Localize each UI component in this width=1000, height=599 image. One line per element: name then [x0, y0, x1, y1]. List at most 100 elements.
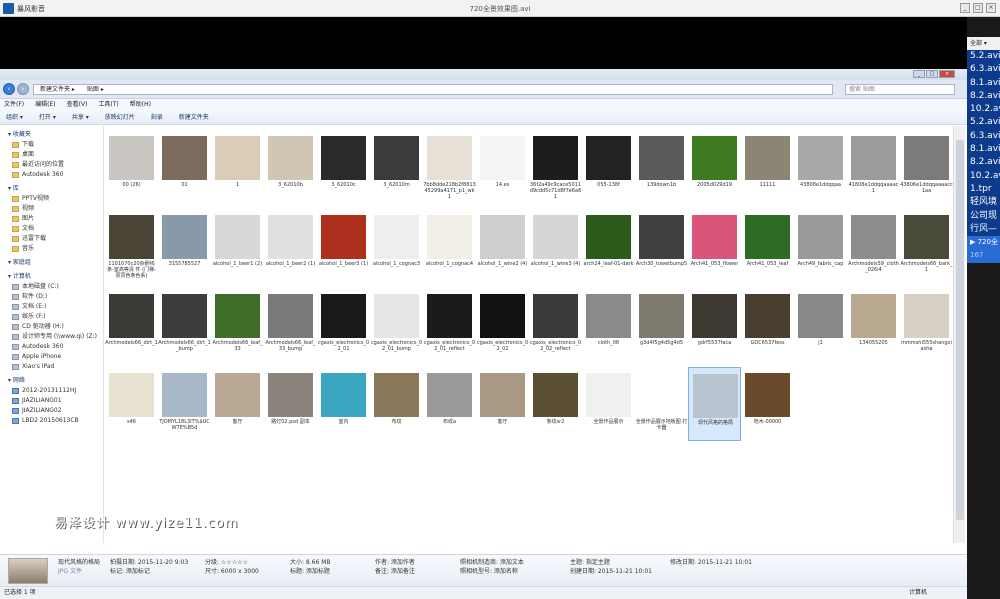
file-tile[interactable]: alcohol_1_wine2 (4): [476, 209, 529, 283]
file-tile[interactable]: Archmodels66_leaf_33: [211, 288, 264, 362]
file-tile[interactable]: 41808e1ddqqaaaac1: [847, 130, 900, 204]
close-icon[interactable]: ×: [986, 3, 996, 13]
detail-title[interactable]: 标题: 添加标题: [290, 567, 331, 576]
file-tile[interactable]: 路灯02.psd 副本: [264, 367, 317, 441]
sidebar-item[interactable]: 本地磁盘 (C:): [0, 282, 103, 292]
playlist-item[interactable]: 轻风境: [967, 196, 1000, 209]
file-tile[interactable]: cgaxis_electronics_02_01_bump: [370, 288, 423, 362]
sidebar-item[interactable]: 娱乐 (F:): [0, 312, 103, 322]
file-tile[interactable]: Arch41_053_flower: [688, 209, 741, 283]
toolbar-button[interactable]: 刻录: [151, 110, 163, 124]
menu-item[interactable]: 文件(F): [4, 99, 24, 110]
playlist-header[interactable]: 全部 ▾: [967, 37, 1000, 50]
sidebar-item[interactable]: JIAZILIANG02: [0, 406, 103, 416]
file-tile[interactable]: Archmodels66_leaf_33_bump: [264, 288, 317, 362]
menu-item[interactable]: 编辑(E): [35, 99, 55, 110]
file-tile[interactable]: alcohol_1_beer1 (2): [211, 209, 264, 283]
file-tile[interactable]: j1: [794, 288, 847, 362]
file-tile[interactable]: cloth_08: [582, 288, 635, 362]
toolbar-button[interactable]: 新建文件夹: [179, 110, 209, 124]
sidebar-head-homegroup[interactable]: ▾ 家庭组: [0, 258, 103, 268]
sidebar-head-favorites[interactable]: ▾ 收藏夹: [0, 130, 103, 140]
file-tile[interactable]: 11111: [741, 130, 794, 204]
file-tile[interactable]: Archmodels59_cloth_026i4: [847, 209, 900, 283]
toolbar-button[interactable]: 打开 ▾: [39, 110, 56, 124]
sidebar-item[interactable]: JIAZILIANG01: [0, 396, 103, 406]
file-tile[interactable]: 36f2a49c9cace5011d9cdd5c71d8f7e6a61: [529, 130, 582, 204]
file-tile[interactable]: 1101070c20杂刷线条-室高等清 件 (门梯-原同色条色系): [105, 209, 158, 283]
file-tile[interactable]: Archmodels66_dirt_1_bump: [158, 288, 211, 362]
sidebar-item[interactable]: 图片: [0, 214, 103, 224]
menu-item[interactable]: 工具(T): [98, 99, 118, 110]
file-tile[interactable]: 1: [211, 130, 264, 204]
playlist-item[interactable]: 5.2.avi: [967, 50, 1000, 63]
file-tile[interactable]: 055-138f: [582, 130, 635, 204]
file-tile[interactable]: Archmodels66_bark_1: [900, 209, 953, 283]
sidebar-item[interactable]: 桌面: [0, 150, 103, 160]
file-tile[interactable]: 全景作品展示: [582, 367, 635, 441]
sidebar-item[interactable]: Xiao's iPad: [0, 362, 103, 372]
file-tile[interactable]: alcohol_1_cognac4: [423, 209, 476, 283]
sidebar-item[interactable]: Autodesk 360: [0, 170, 103, 180]
detail-camera[interactable]: 照相机制造商: 添加文本: [460, 558, 524, 567]
playlist-item[interactable]: 行风—: [967, 223, 1000, 236]
detail-rating[interactable]: 分级: ☆☆☆☆☆: [205, 558, 259, 567]
detail-subject[interactable]: 主题: 指定主题: [570, 558, 652, 567]
file-tile[interactable]: 条纹sr2: [529, 367, 582, 441]
detail-camera-model[interactable]: 照相机型号: 添加名称: [460, 567, 524, 576]
sidebar-item[interactable]: LBD2 20150613CB: [0, 416, 103, 426]
file-tile[interactable]: 3_62010b: [264, 130, 317, 204]
playlist-item[interactable]: 5.2.avi: [967, 116, 1000, 129]
file-tile[interactable]: 客厅: [211, 367, 264, 441]
sidebar-item[interactable]: 设计师专用 (\\www.qi) (Z:): [0, 332, 103, 342]
search-input[interactable]: 搜索 贴图: [845, 84, 955, 95]
file-tile[interactable]: alcohol_1_beer2 (1): [264, 209, 317, 283]
file-tile[interactable]: Arch30_towelbump5: [635, 209, 688, 283]
file-tile[interactable]: 3_62010m: [370, 130, 423, 204]
file-tile[interactable]: 现代风格的格局: [688, 367, 741, 441]
explorer-close-icon[interactable]: ×: [939, 70, 955, 78]
file-tile[interactable]: 布纹a: [423, 367, 476, 441]
playlist-item[interactable]: 6.3.avi: [967, 63, 1000, 76]
minimize-icon[interactable]: _: [960, 3, 970, 13]
sidebar-item[interactable]: 下载: [0, 140, 103, 150]
explorer-maximize-icon[interactable]: □: [926, 70, 938, 78]
address-bar[interactable]: 新建文件夹 ▸ 贴图 ▸: [33, 84, 833, 95]
file-tile[interactable]: 01: [158, 130, 211, 204]
sidebar-item[interactable]: PPTV视频: [0, 194, 103, 204]
file-tile[interactable]: alcohol_1_cognac3: [370, 209, 423, 283]
playlist-item[interactable]: 8.1.avi: [967, 77, 1000, 90]
file-tile[interactable]: Archmodels66_dirt_1: [105, 288, 158, 362]
detail-comment[interactable]: 备注: 添加备注: [375, 567, 415, 576]
file-tile[interactable]: 7bb8dde218b2f881345299a4171_p1_wk1: [423, 130, 476, 204]
file-tile[interactable]: 布纹: [370, 367, 423, 441]
file-tile[interactable]: cgaxis_electronics_02_02_reflect: [529, 288, 582, 362]
file-tile[interactable]: GDC6537fess: [741, 288, 794, 362]
file-tile[interactable]: 43808e1ddqqaa: [794, 130, 847, 204]
file-tile[interactable]: 2005d029d19: [688, 130, 741, 204]
sidebar-item[interactable]: 迅雷下载: [0, 234, 103, 244]
sidebar-head-computer[interactable]: ▾ 计算机: [0, 272, 103, 282]
file-tile[interactable]: mmmshi555shangxiasha: [900, 288, 953, 362]
toolbar-button[interactable]: 放映幻灯片: [105, 110, 135, 124]
playlist-item[interactable]: 8.2.avi: [967, 156, 1000, 169]
file-tile[interactable]: 43806e1ddqqaaaacc1aa: [900, 130, 953, 204]
sidebar-head-network[interactable]: ▾ 网络: [0, 376, 103, 386]
sidebar-head-libraries[interactable]: ▾ 库: [0, 184, 103, 194]
file-tile[interactable]: alcohol_1_wine3 (4): [529, 209, 582, 283]
playlist-item[interactable]: 10.2.avi: [967, 103, 1000, 116]
sidebar-item[interactable]: Apple iPhone: [0, 352, 103, 362]
file-tile[interactable]: 14.es: [476, 130, 529, 204]
playlist-item[interactable]: 8.1.avi: [967, 143, 1000, 156]
breadcrumb-item[interactable]: 贴图 ▸: [87, 86, 104, 93]
scrollbar-thumb[interactable]: [956, 140, 964, 520]
breadcrumb-item[interactable]: 新建文件夹 ▸: [40, 86, 75, 93]
vertical-scrollbar[interactable]: [953, 126, 965, 543]
file-tile[interactable]: 地木-00000: [741, 367, 794, 441]
detail-author[interactable]: 作者: 添加作者: [375, 558, 415, 567]
playlist-item[interactable]: 10.2.avi: [967, 170, 1000, 183]
sidebar-item[interactable]: CD 驱动器 (H:): [0, 322, 103, 332]
toolbar-button[interactable]: 组织 ▾: [6, 110, 23, 124]
sidebar-item[interactable]: 文档 (E:): [0, 302, 103, 312]
file-tile[interactable]: cgaxis_electronics_02_02: [476, 288, 529, 362]
